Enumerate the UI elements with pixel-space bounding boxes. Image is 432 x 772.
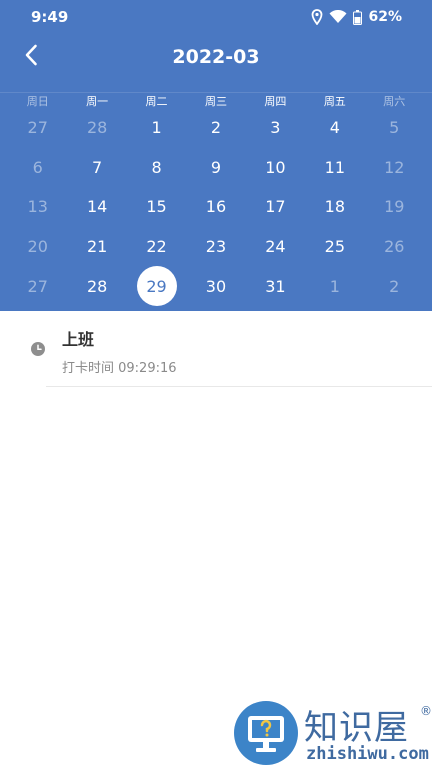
calendar-day[interactable]: 18 [305,187,364,227]
calendar-grid: 27 28 1 2 3 4 5 6 7 8 9 10 11 12 13 14 1… [8,108,424,307]
calendar-day[interactable]: 17 [246,187,305,227]
calendar-day[interactable]: 1 [305,266,364,306]
status-bar: 9:49 62% [0,0,432,34]
calendar-day[interactable]: 6 [8,148,67,188]
calendar-day[interactable]: 14 [67,187,126,227]
help-monitor-icon [234,700,298,772]
calendar-day[interactable]: 4 [305,108,364,148]
calendar-day[interactable]: 28 [67,266,126,306]
calendar-day[interactable]: 21 [67,227,126,267]
calendar-day[interactable]: 10 [246,148,305,188]
calendar-day[interactable]: 13 [8,187,67,227]
record-title: 上班 [62,330,95,349]
calendar-day[interactable]: 5 [365,108,424,148]
status-time: 9:49 [31,8,69,26]
watermark: 知识屋 ® zhishiwu.com [234,700,432,768]
watermark-name: 知识屋 [304,708,409,748]
calendar-week: 6 7 8 9 10 11 12 [8,148,424,188]
calendar-day[interactable]: 11 [305,148,364,188]
calendar-day[interactable]: 12 [365,148,424,188]
calendar-week: 27 28 1 2 3 4 5 [8,108,424,148]
calendar-day[interactable]: 26 [365,227,424,267]
calendar-header: 9:49 62% 2022-03 周日 周一 周二 周三 周四 周五 周六 27… [0,0,432,311]
calendar-day[interactable]: 15 [127,187,186,227]
clock-icon [31,341,45,360]
calendar-day[interactable]: 20 [8,227,67,267]
calendar-day[interactable]: 2 [186,108,245,148]
battery-percent: 62% [368,9,402,25]
calendar-day[interactable]: 24 [246,227,305,267]
month-title: 2022-03 [172,46,260,68]
calendar-day[interactable]: 22 [127,227,186,267]
calendar-day-selected[interactable]: 29 [127,266,186,307]
battery-icon [353,9,363,25]
watermark-site: zhishiwu.com [306,744,429,764]
record-time: 打卡时间 09:29:16 [62,361,177,376]
calendar-day[interactable]: 23 [186,227,245,267]
calendar-week: 20 21 22 23 24 25 26 [8,227,424,267]
calendar-day[interactable]: 16 [186,187,245,227]
title-bar: 2022-03 [0,34,432,80]
calendar-day[interactable]: 19 [365,187,424,227]
calendar-day[interactable]: 1 [127,108,186,148]
calendar-day[interactable]: 28 [67,108,126,148]
calendar-day[interactable]: 8 [127,148,186,188]
calendar-day[interactable]: 9 [186,148,245,188]
calendar-day[interactable]: 7 [67,148,126,188]
location-icon [311,9,323,25]
calendar-day[interactable]: 2 [365,266,424,306]
attendance-record[interactable]: 上班 打卡时间 09:29:16 [0,311,432,387]
record-divider [46,386,432,387]
calendar-day[interactable]: 25 [305,227,364,267]
calendar-day[interactable]: 30 [186,266,245,306]
calendar-day[interactable]: 31 [246,266,305,306]
calendar-day[interactable]: 27 [8,108,67,148]
calendar-week: 13 14 15 16 17 18 19 [8,187,424,227]
calendar-day[interactable]: 27 [8,266,67,306]
calendar-day[interactable]: 3 [246,108,305,148]
calendar-week: 27 28 29 30 31 1 2 [8,266,424,307]
status-icons: 62% [311,8,402,26]
wifi-icon [329,10,347,24]
registered-mark: ® [420,704,432,718]
